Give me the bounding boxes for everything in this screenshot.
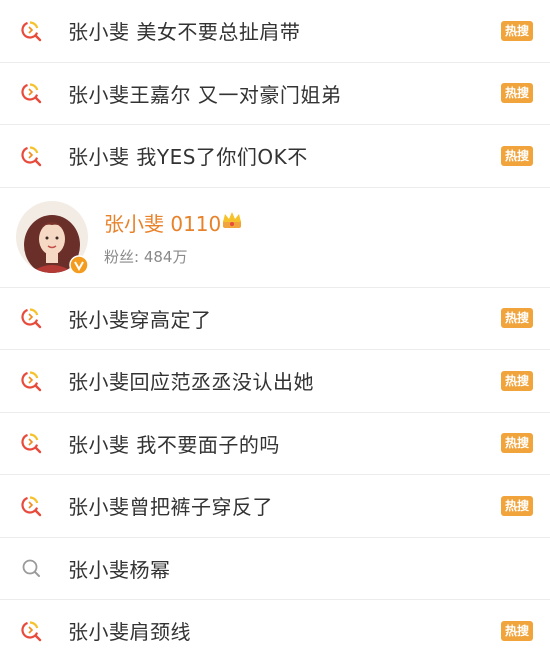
suggestion-text: 张小斐 我不要面子的吗	[68, 432, 280, 457]
hot-badge: 热搜	[500, 20, 533, 41]
suggestion-row[interactable]: 张小斐 美女不要总扯肩带 热搜	[0, 0, 550, 63]
user-suggestion-row[interactable]: 张小斐 0110 粉丝: 484万	[0, 188, 550, 288]
suggestion-row[interactable]: 张小斐肩颈线 热搜	[0, 600, 550, 659]
suggestion-text: 张小斐穿高定了	[68, 307, 212, 332]
hot-badge: 热搜	[500, 145, 533, 166]
hot-badge: 热搜	[500, 620, 533, 641]
hot-badge: 热搜	[500, 308, 533, 329]
suggestion-text: 张小斐杨幂	[68, 557, 171, 582]
suggestion-text: 张小斐王嘉尔 又一对豪门姐弟	[68, 82, 342, 107]
hot-search-icon	[21, 308, 42, 329]
hot-badge: 热搜	[500, 433, 533, 454]
hot-search-icon	[21, 496, 42, 516]
suggestion-row[interactable]: 张小斐曾把裤子穿反了 热搜	[0, 475, 550, 538]
suggestion-row[interactable]: 张小斐 我YES了你们OK不 热搜	[0, 125, 550, 188]
suggestion-text: 张小斐 美女不要总扯肩带	[68, 20, 301, 45]
suggestion-row[interactable]: 张小斐回应范丞丞没认出她 热搜	[0, 350, 550, 413]
suggestion-text: 张小斐肩颈线	[68, 620, 191, 645]
search-icon	[22, 559, 40, 578]
hot-search-icon	[21, 83, 42, 104]
suggestion-row[interactable]: 张小斐 我不要面子的吗 热搜	[0, 413, 550, 475]
suggestion-row[interactable]: 张小斐王嘉尔 又一对豪门姐弟 热搜	[0, 63, 550, 125]
fan-count: 粉丝: 484万	[104, 247, 188, 266]
username: 张小斐 0110	[104, 211, 222, 236]
hot-search-icon	[21, 621, 42, 641]
hot-search-icon	[21, 371, 42, 391]
hot-badge: 热搜	[500, 83, 533, 104]
search-suggestion-list: 张小斐 美女不要总扯肩带 热搜 张小斐王嘉尔 又一对豪门姐弟 热搜 张小斐 我Y…	[0, 0, 550, 659]
suggestion-text: 张小斐回应范丞丞没认出她	[68, 370, 314, 395]
hot-search-icon	[21, 433, 42, 454]
verified-v-icon	[69, 254, 89, 275]
hot-search-icon	[21, 146, 42, 166]
suggestion-row[interactable]: 张小斐穿高定了 热搜	[0, 288, 550, 350]
suggestion-text: 张小斐曾把裤子穿反了	[68, 495, 273, 520]
hot-badge: 热搜	[500, 495, 533, 516]
hot-search-icon	[21, 21, 42, 41]
suggestion-text: 张小斐 我YES了你们OK不	[68, 145, 308, 170]
hot-badge: 热搜	[500, 370, 533, 391]
crown-icon	[223, 211, 241, 228]
suggestion-row[interactable]: 张小斐杨幂	[0, 538, 550, 600]
